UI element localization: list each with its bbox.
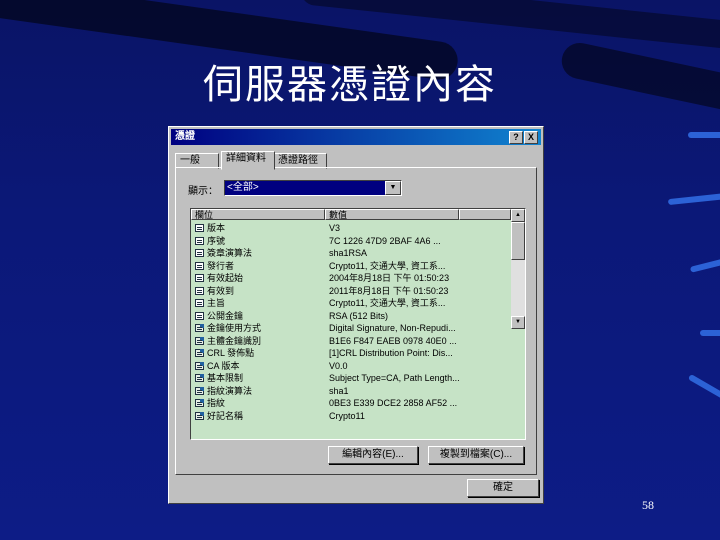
row-field: 好記名稱	[207, 410, 244, 421]
table-row[interactable]: 有效到 2011年8月18日 下午 01:50:23	[193, 285, 511, 298]
field-icon	[195, 261, 204, 270]
row-value: V0.0	[329, 360, 348, 371]
dialog-title: 憑證	[175, 131, 195, 142]
extension-field-icon	[195, 399, 204, 407]
scroll-thumb[interactable]	[511, 222, 525, 260]
row-value: V3	[329, 223, 341, 233]
row-value: RSA (512 Bits)	[329, 310, 389, 321]
extension-field-icon	[195, 361, 204, 370]
scroll-up-icon[interactable]: ▲	[511, 209, 525, 222]
details-panel: 顯示： <全部> ▼ 欄位 數值 版本 V3 序號 7C 1226 47D9 2BAF…	[175, 167, 537, 475]
slide-title: 伺服器憑證內容	[203, 62, 497, 108]
extension-field-icon	[195, 386, 204, 395]
field-icon	[195, 236, 204, 245]
table-row[interactable]: 簽章演算法 sha1RSA	[193, 247, 511, 260]
row-field: 簽章演算法	[207, 248, 253, 258]
table-row[interactable]: 指紋 0BE3 E339 DCE2 2858 AF52 ...	[193, 397, 511, 410]
chevron-down-icon[interactable]: ▼	[385, 181, 401, 195]
table-row[interactable]: 發行者 Crypto11, 交通大學, 資工系...	[193, 260, 511, 273]
extension-field-icon	[195, 411, 204, 420]
listview-header: 欄位 數值	[191, 209, 511, 221]
table-row[interactable]: 金鑰使用方式 Digital Signature, Non-Repudi...	[193, 322, 511, 335]
show-label: 顯示：	[188, 186, 218, 197]
extension-field-icon	[195, 374, 204, 382]
row-value: [1]CRL Distribution Point: Dis...	[329, 348, 453, 358]
row-field: 版本	[207, 223, 226, 233]
field-icon	[195, 274, 204, 282]
row-field: 有效到	[207, 285, 235, 296]
row-value: Subject Type=CA, Path Length...	[329, 373, 460, 383]
row-field: 基本限制	[207, 373, 244, 383]
row-field: CRL 發佈點	[207, 348, 255, 358]
column-extra[interactable]	[459, 209, 511, 220]
column-value[interactable]: 數值	[325, 209, 459, 220]
row-value: 2004年8月18日 下午 01:50:23	[329, 273, 450, 283]
edit-properties-button[interactable]: 編輯內容(E)...	[328, 446, 418, 464]
show-select-value: <全部>	[225, 181, 385, 195]
table-row[interactable]: 版本 V3	[193, 222, 511, 235]
row-value: sha1	[329, 385, 349, 396]
row-value: sha1RSA	[329, 248, 368, 258]
row-value: Digital Signature, Non-Repudi...	[329, 323, 456, 333]
field-icon	[195, 311, 204, 320]
extension-field-icon	[195, 336, 204, 345]
row-field: 公開金鑰	[207, 310, 244, 321]
table-row[interactable]: 基本限制 Subject Type=CA, Path Length...	[193, 372, 511, 385]
table-row[interactable]: 好記名稱 Crypto11	[193, 410, 511, 423]
certificate-dialog: 憑證 ? X 一般 詳細資料 憑證路徑 顯示： <全部> ▼ 欄位 數值 版本 V…	[168, 126, 544, 504]
row-field: 指紋	[207, 398, 226, 408]
row-field: 序號	[207, 235, 226, 246]
extension-field-icon	[195, 324, 204, 332]
row-field: 指紋演算法	[207, 385, 253, 396]
row-field: 有效起始	[207, 273, 244, 283]
extension-field-icon	[195, 349, 204, 357]
row-value: Crypto11, 交通大學, 資工系...	[329, 260, 446, 271]
row-field: 金鑰使用方式	[207, 323, 262, 333]
row-field: 發行者	[207, 260, 235, 271]
copy-to-file-button[interactable]: 複製到檔案(C)...	[428, 446, 524, 464]
dialog-titlebar: 憑證 ? X	[171, 129, 541, 145]
row-field: CA 版本	[207, 360, 240, 371]
scroll-down-icon[interactable]: ▼	[511, 316, 525, 329]
table-row[interactable]: CA 版本 V0.0	[193, 360, 511, 373]
ok-button[interactable]: 確定	[467, 479, 539, 497]
field-icon	[195, 249, 204, 257]
row-value: Crypto11	[329, 410, 365, 421]
row-value: 0BE3 E339 DCE2 2858 AF52 ...	[329, 398, 458, 408]
show-select[interactable]: <全部> ▼	[224, 180, 402, 196]
row-value: 7C 1226 47D9 2BAF 4A6 ...	[329, 235, 441, 246]
table-row[interactable]: 主旨 Crypto11, 交通大學, 資工系...	[193, 297, 511, 310]
tab-details[interactable]: 詳細資料	[221, 151, 275, 170]
table-row[interactable]: 序號 7C 1226 47D9 2BAF 4A6 ...	[193, 235, 511, 248]
row-value: Crypto11, 交通大學, 資工系...	[329, 298, 446, 308]
row-value: 2011年8月18日 下午 01:50:23	[329, 285, 449, 296]
row-field: 主體金鑰識別	[207, 335, 262, 346]
table-row[interactable]: 主體金鑰識別 B1E6 F847 EAEB 0978 40E0 ...	[193, 335, 511, 348]
vertical-scrollbar[interactable]: ▲ ▼	[511, 209, 525, 329]
table-row[interactable]: 公開金鑰 RSA (512 Bits)	[193, 310, 511, 323]
close-button[interactable]: X	[524, 131, 538, 144]
fields-listview[interactable]: 欄位 數值 版本 V3 序號 7C 1226 47D9 2BAF 4A6 ... 簽章演…	[190, 208, 526, 440]
row-field: 主旨	[207, 298, 226, 308]
listview-rows: 版本 V3 序號 7C 1226 47D9 2BAF 4A6 ... 簽章演算法 sha1…	[193, 222, 511, 422]
page-number: 58	[642, 498, 654, 512]
field-icon	[195, 224, 204, 232]
column-field[interactable]: 欄位	[191, 209, 325, 220]
field-icon	[195, 286, 204, 295]
row-value: B1E6 F847 EAEB 0978 40E0 ...	[329, 335, 457, 346]
field-icon	[195, 299, 204, 307]
table-row[interactable]: CRL 發佈點 [1]CRL Distribution Point: Dis...	[193, 347, 511, 360]
table-row[interactable]: 指紋演算法 sha1	[193, 385, 511, 398]
help-button[interactable]: ?	[509, 131, 523, 144]
table-row[interactable]: 有效起始 2004年8月18日 下午 01:50:23	[193, 272, 511, 285]
